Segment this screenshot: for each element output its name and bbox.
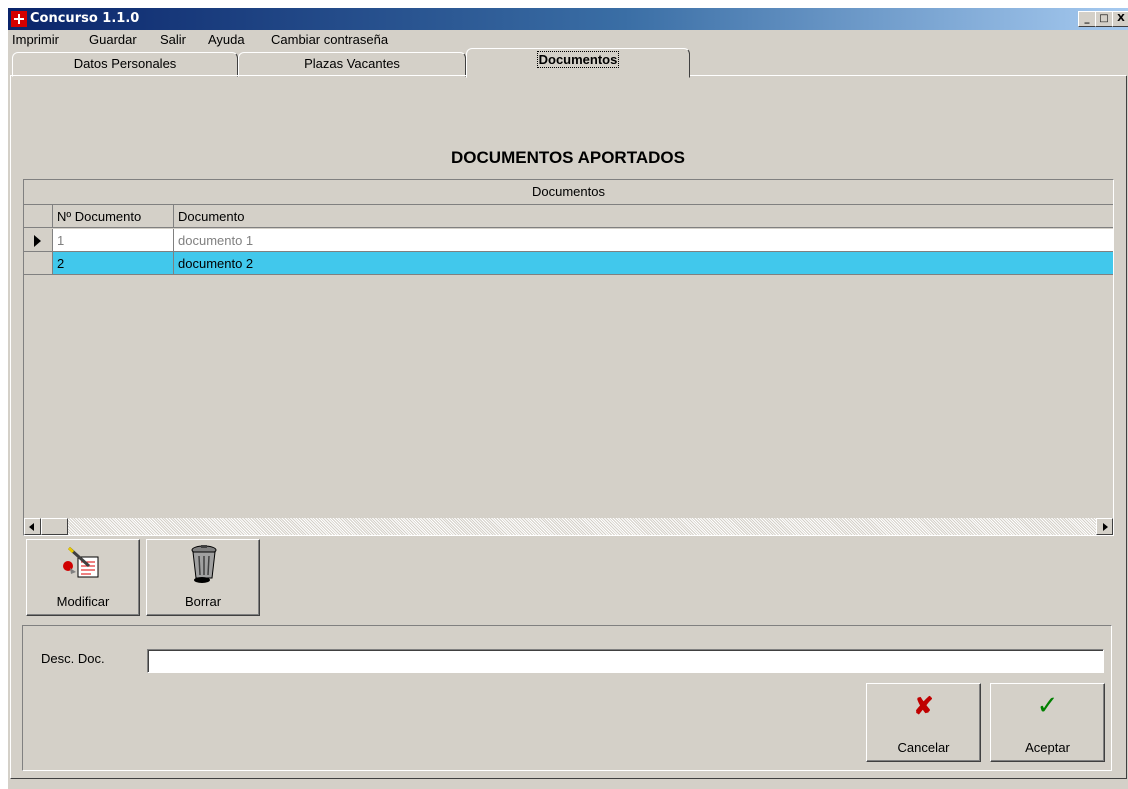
close-button[interactable]: X bbox=[1112, 11, 1128, 27]
arrow-left-icon bbox=[29, 523, 34, 531]
menu-guardar[interactable]: Guardar bbox=[89, 32, 137, 47]
cell-documento[interactable]: documento 1 bbox=[174, 229, 1113, 252]
menu-imprimir[interactable]: Imprimir bbox=[12, 32, 59, 47]
grid-title: Documentos bbox=[24, 180, 1113, 205]
row-indicator bbox=[24, 252, 53, 275]
cancel-x-icon: ✘ bbox=[913, 693, 934, 720]
menu-ayuda[interactable]: Ayuda bbox=[208, 32, 245, 47]
row-indicator bbox=[24, 229, 53, 252]
tab-datos-personales[interactable]: Datos Personales bbox=[12, 52, 238, 77]
cancel-label: Cancelar bbox=[897, 740, 950, 755]
page-title: DOCUMENTOS APORTADOS bbox=[451, 148, 685, 167]
minimize-button[interactable]: _ bbox=[1078, 11, 1096, 27]
desc-doc-field[interactable] bbox=[147, 649, 1104, 673]
documents-grid[interactable]: Documentos Nº Documento Documento 1 docu… bbox=[23, 179, 1114, 536]
scroll-right-button[interactable] bbox=[1096, 518, 1113, 535]
tab-documentos[interactable]: Documentos bbox=[466, 48, 690, 78]
app-logo-icon bbox=[11, 11, 27, 27]
accept-button[interactable]: ✓ Aceptar bbox=[990, 683, 1105, 762]
cell-documento[interactable]: documento 2 bbox=[174, 252, 1113, 275]
accept-label: Aceptar bbox=[1025, 740, 1070, 755]
window-title: Concurso 1.1.0 bbox=[30, 11, 140, 26]
cell-num-documento[interactable]: 1 bbox=[53, 229, 174, 252]
tab-label: Documentos bbox=[536, 51, 620, 68]
table-row[interactable]: 2 documento 2 bbox=[24, 252, 1113, 275]
scroll-thumb[interactable] bbox=[41, 518, 68, 535]
current-row-arrow-icon bbox=[34, 235, 41, 247]
trash-can-icon bbox=[191, 545, 217, 583]
scroll-left-button[interactable] bbox=[24, 518, 41, 535]
column-header-documento[interactable]: Documento bbox=[174, 205, 1113, 228]
tab-plazas-vacantes[interactable]: Plazas Vacantes bbox=[238, 52, 466, 77]
checkmark-icon: ✓ bbox=[1036, 690, 1059, 720]
tab-label: Datos Personales bbox=[73, 56, 177, 71]
tab-label: Plazas Vacantes bbox=[304, 56, 400, 71]
title-bar[interactable]: Concurso 1.1.0 _ □ X bbox=[8, 8, 1128, 30]
modify-button[interactable]: Modificar bbox=[26, 539, 140, 616]
row-indicator-header bbox=[24, 205, 53, 228]
cell-num-documento[interactable]: 2 bbox=[53, 252, 174, 275]
cancel-button[interactable]: ✘ Cancelar bbox=[866, 683, 981, 762]
column-header-num-documento[interactable]: Nº Documento bbox=[53, 205, 174, 228]
arrow-right-icon bbox=[1103, 523, 1108, 531]
desc-doc-label: Desc. Doc. bbox=[41, 651, 105, 666]
menu-bar: Imprimir Guardar Salir Ayuda Cambiar con… bbox=[8, 30, 1128, 50]
delete-label: Borrar bbox=[184, 594, 222, 609]
delete-button[interactable]: Borrar bbox=[146, 539, 260, 616]
menu-cambiar-contrasena[interactable]: Cambiar contraseña bbox=[271, 32, 388, 47]
horizontal-scrollbar[interactable] bbox=[24, 518, 1113, 535]
restore-button[interactable]: □ bbox=[1095, 11, 1113, 27]
modify-label: Modificar bbox=[56, 594, 110, 609]
app-window: Concurso 1.1.0 _ □ X Imprimir Guardar Sa… bbox=[8, 8, 1128, 789]
table-row[interactable]: 1 documento 1 bbox=[24, 229, 1113, 252]
menu-salir[interactable]: Salir bbox=[160, 32, 186, 47]
edit-document-icon bbox=[63, 546, 99, 578]
